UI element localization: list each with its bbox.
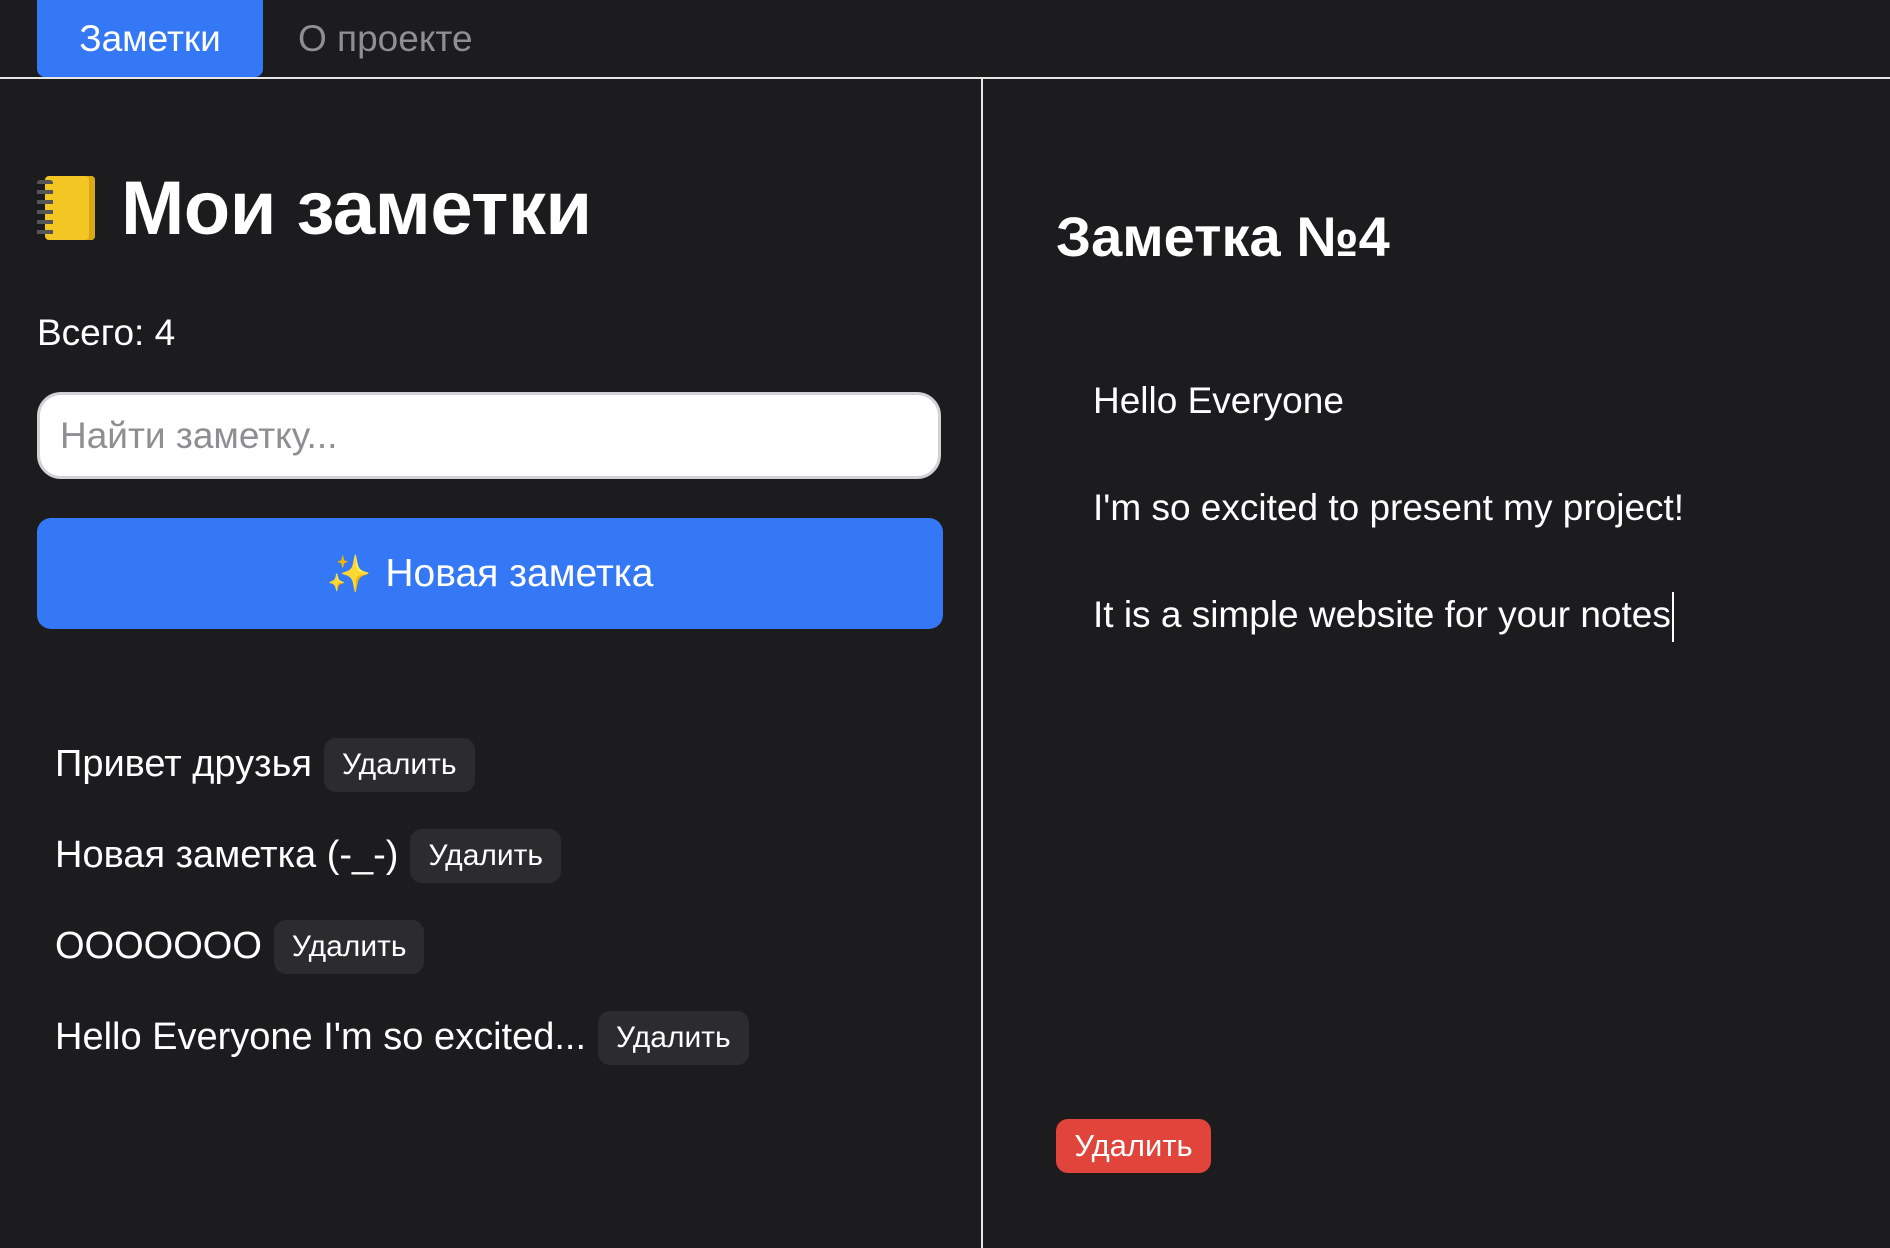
note-body-editor[interactable]: Hello Everyone I'm so excited to present… — [1093, 347, 1853, 668]
delete-note-button[interactable]: Удалить — [273, 919, 425, 974]
delete-note-button[interactable]: Удалить — [410, 828, 562, 883]
list-item: Hello Everyone I'm so excited... Удалить — [55, 992, 749, 1083]
notes-sidebar: Мои заметки Всего: 4 ✨ Новая заметка При… — [0, 79, 981, 1248]
note-title[interactable]: Новая заметка (-_-) — [55, 834, 398, 877]
delete-note-button[interactable]: Удалить — [598, 1010, 749, 1065]
new-note-label: Новая заметка — [385, 551, 654, 595]
delete-current-note-button[interactable]: Удалить — [1056, 1119, 1211, 1173]
notes-count: Всего: 4 — [37, 312, 176, 353]
list-item: ОOOOOOO Удалить — [55, 901, 749, 992]
notes-list: Привет друзья Удалить Новая заметка (-_-… — [55, 719, 749, 1083]
note-editor: Заметка №4 Hello Everyone I'm so excited… — [983, 79, 1890, 1248]
tab-notes[interactable]: Заметки — [37, 0, 263, 77]
text-caret — [1671, 592, 1674, 643]
sidebar-header: Мои заметки — [37, 171, 592, 247]
note-title[interactable]: Привет друзья — [55, 743, 312, 786]
new-note-button[interactable]: ✨ Новая заметка — [37, 518, 943, 629]
note-line[interactable]: Hello Everyone — [1093, 347, 1853, 454]
note-title[interactable]: Hello Everyone I'm so excited... — [55, 1016, 586, 1059]
note-line[interactable]: I'm so excited to present my project! — [1093, 454, 1853, 561]
note-heading: Заметка №4 — [1056, 205, 1390, 268]
page-title: Мои заметки — [121, 166, 592, 251]
note-line[interactable]: It is a simple website for your notes — [1093, 561, 1853, 668]
delete-note-button[interactable]: Удалить — [323, 737, 475, 792]
notebook-icon — [37, 174, 97, 244]
search-input[interactable] — [37, 392, 941, 479]
list-item: Новая заметка (-_-) Удалить — [55, 810, 749, 901]
note-title[interactable]: ОOOOOOO — [55, 925, 262, 968]
top-nav: Заметки О проекте — [0, 0, 1890, 79]
sparkles-icon: ✨ — [326, 552, 372, 594]
list-item: Привет друзья Удалить — [55, 719, 749, 810]
tab-about[interactable]: О проекте — [298, 0, 473, 77]
